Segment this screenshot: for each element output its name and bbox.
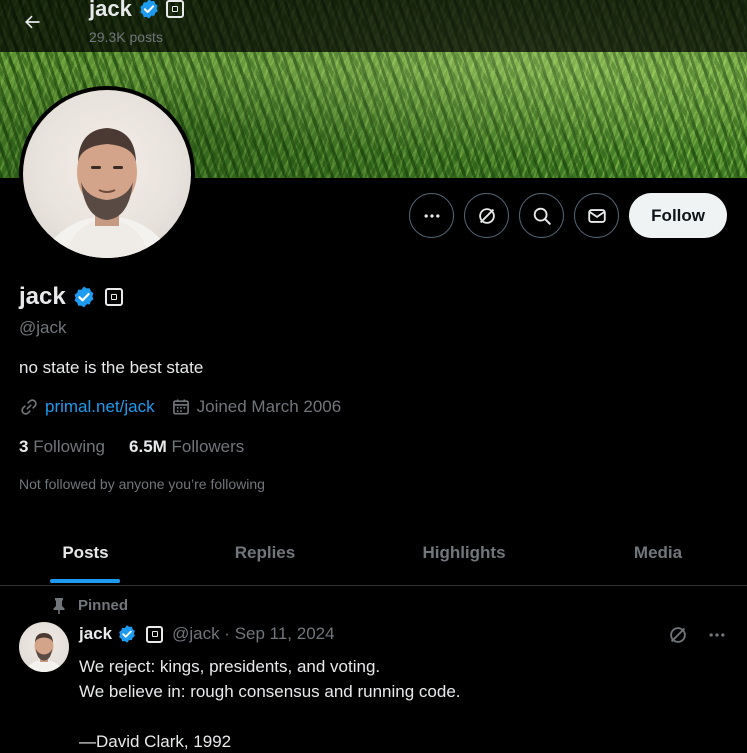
tab-posts[interactable]: Posts <box>0 520 171 585</box>
square-affiliate-icon[interactable] <box>104 288 123 306</box>
following-link[interactable]: 3 Following <box>19 437 105 457</box>
avatar-photo <box>23 90 191 258</box>
square-affiliate-icon[interactable] <box>146 625 164 643</box>
pin-icon <box>53 597 65 614</box>
nostr-icon <box>478 207 495 224</box>
nostr-icon[interactable] <box>667 624 689 646</box>
tab-media[interactable]: Media <box>569 520 747 585</box>
calendar-icon <box>172 399 189 415</box>
tab-replies[interactable]: Replies <box>171 520 359 585</box>
following-count: 3 <box>19 437 29 456</box>
followers-label: Followers <box>171 437 245 456</box>
profile-website-link[interactable]: primal.net/jack <box>45 397 155 417</box>
link-icon <box>21 399 37 415</box>
tab-highlights[interactable]: Highlights <box>359 520 569 585</box>
header-post-count: 29.3K posts <box>89 29 163 45</box>
verified-badge-icon[interactable] <box>117 624 137 644</box>
more-icon[interactable] <box>707 625 727 645</box>
profile-bio: no state is the best state <box>19 358 204 377</box>
active-tab-indicator <box>50 579 120 583</box>
top-bar: jack 29.3K posts <box>0 0 747 52</box>
follow-button[interactable]: Follow <box>629 193 727 238</box>
profile-handle: @jack <box>19 318 67 337</box>
verified-badge-icon[interactable] <box>72 285 96 309</box>
post-line: We reject: kings, presidents, and voting… <box>79 657 381 676</box>
not-followed-note: Not followed by anyone you’re following <box>19 476 265 492</box>
post-author-avatar[interactable] <box>19 622 69 672</box>
follow-stats: 3 Following 6.5M Followers <box>19 437 244 457</box>
post-text: We reject: kings, presidents, and voting… <box>79 654 461 753</box>
more-icon <box>424 213 440 218</box>
post-header: jack @jack · Sep 11, 2024 <box>79 624 335 644</box>
profile-meta: primal.net/jack Joined March 2006 <box>19 397 357 417</box>
more-button[interactable] <box>409 193 455 238</box>
search-button[interactable] <box>519 193 565 238</box>
post-line: We believe in: rough consensus and runni… <box>79 682 461 701</box>
profile-display-name: jack <box>19 283 66 310</box>
verified-badge-icon <box>140 0 158 19</box>
mail-icon <box>587 208 606 223</box>
search-icon <box>533 207 551 225</box>
profile-avatar[interactable] <box>19 86 195 262</box>
profile-actions: Follow <box>409 193 727 238</box>
nostr-button[interactable] <box>464 193 510 238</box>
post-meta[interactable]: @jack · Sep 11, 2024 <box>172 624 334 644</box>
post-author-name[interactable]: jack <box>79 624 112 644</box>
back-arrow-icon <box>25 15 40 29</box>
pinned-label: Pinned <box>78 597 129 614</box>
square-affiliate-icon[interactable] <box>165 0 184 18</box>
profile-tabs: Posts Replies Highlights Media <box>0 520 747 586</box>
post-line <box>79 704 461 729</box>
pinned-label-row: Pinned <box>52 597 128 614</box>
profile-name-row: jack <box>19 283 123 311</box>
followers-count: 6.5M <box>129 437 167 456</box>
following-label: Following <box>33 437 106 456</box>
joined-date: Joined March 2006 <box>196 397 342 416</box>
post-line: —David Clark, 1992 <box>79 732 232 751</box>
header-display-name: jack <box>89 0 132 21</box>
post-tools <box>667 624 727 646</box>
header-name-row: jack <box>89 0 184 22</box>
followers-link[interactable]: 6.5M Followers <box>129 437 244 457</box>
back-button[interactable] <box>14 4 50 40</box>
message-button[interactable] <box>574 193 620 238</box>
